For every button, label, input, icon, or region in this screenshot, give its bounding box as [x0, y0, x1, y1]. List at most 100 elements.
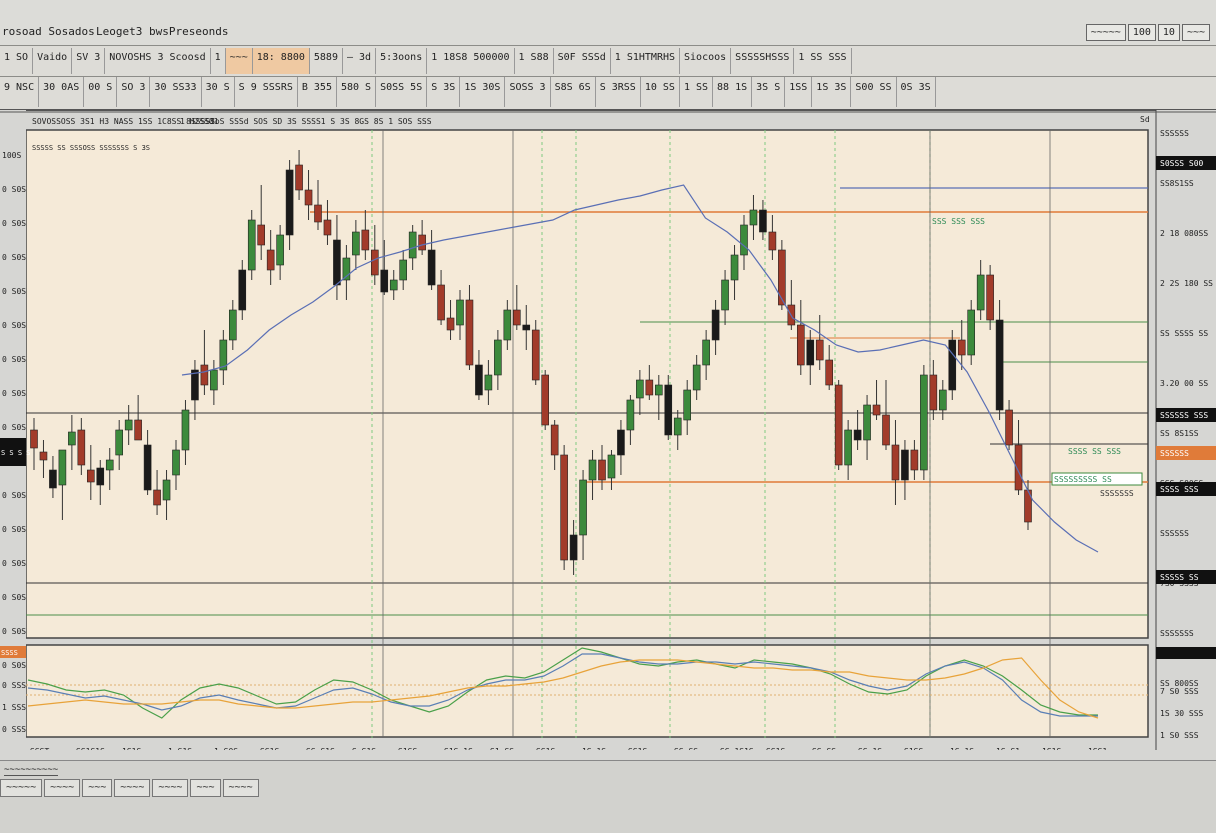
toolbar2-item-12[interactable]: SOSS 3	[505, 77, 551, 107]
toolbar2-item-10[interactable]: S 3S	[427, 77, 461, 107]
toolbar2-item-11[interactable]: 1S 30S	[460, 77, 506, 107]
candle-body	[399, 259, 408, 281]
candle-body	[645, 379, 654, 396]
toolbar2-item-1[interactable]: 30 0AS	[39, 77, 85, 107]
toolbar2-item-14[interactable]: S 3RSS	[596, 77, 641, 107]
x-tick-label: SS SS	[812, 747, 836, 750]
candle-body	[853, 429, 862, 441]
toolbar1-item-3[interactable]: NOVOSHS 3 Scoosd	[105, 48, 211, 74]
toolbar2-item-20[interactable]: 1S 3S	[812, 77, 852, 107]
toolbar2-item-0[interactable]: 9 NSC	[0, 77, 40, 107]
candle-body	[229, 309, 237, 341]
candle-body	[39, 451, 48, 461]
toolbar2-item-15[interactable]: 10 SS	[641, 77, 680, 107]
candle-body	[664, 384, 673, 436]
candle-body	[295, 164, 303, 191]
candle-body	[484, 374, 493, 391]
toolbar2-item-17[interactable]: 88 1S	[713, 77, 753, 107]
toolbar2-item-22[interactable]: 0S 3S	[897, 77, 936, 107]
toolbar2-item-21[interactable]: S00 SS	[851, 77, 897, 107]
right-price-badge-text: SSSSSS	[1160, 449, 1189, 458]
toolbar2-item-7[interactable]: B 355	[298, 77, 337, 107]
y-tick-label: 0 S0S	[2, 287, 26, 296]
toolbar1-item-13[interactable]: 1 S1HTMRHS	[611, 48, 681, 74]
right-axis-label: 2 2S 180 SS	[1160, 279, 1213, 288]
x-tick-label: 1 S0S	[214, 747, 238, 750]
candle-body	[389, 279, 398, 291]
toolbar2-item-19[interactable]: 1SS	[785, 77, 813, 107]
candle-body	[266, 249, 275, 271]
maximize-button[interactable]: 10	[1157, 24, 1180, 41]
toolbar2-item-3[interactable]: SO 3	[117, 77, 151, 107]
x-tick-label: S1SS	[904, 747, 923, 750]
toolbar1-item-10[interactable]: 1 18S8 500000	[427, 48, 515, 74]
status-tab-4[interactable]: ~~~~	[152, 779, 189, 797]
toolbar1-item-8[interactable]: — 3d	[343, 48, 377, 74]
toolbar1-item-0[interactable]: 1 SO	[0, 48, 34, 74]
x-tick-label: SS SS	[674, 747, 698, 750]
status-tab-1[interactable]: ~~~~	[44, 779, 81, 797]
candle-body	[238, 269, 247, 311]
candle-body	[607, 454, 616, 479]
candle-body	[77, 429, 86, 466]
candle-body	[304, 189, 313, 206]
toolbar1-item-12[interactable]: S0F SSSd	[554, 48, 611, 74]
status-tab-0[interactable]: ~~~~~	[0, 779, 43, 797]
candle-body	[475, 364, 483, 396]
candle-body	[882, 414, 890, 446]
candle-body	[494, 339, 502, 376]
toolbar1-item-11[interactable]: 1 S88	[515, 48, 554, 74]
status-tab-3[interactable]: ~~~~	[114, 779, 151, 797]
toolbar1-item-14[interactable]: Siocoos	[680, 48, 732, 74]
annotation-label: SSSSSSSSS SS	[1054, 475, 1112, 484]
toolbar1-item-5[interactable]: ~~~	[225, 48, 253, 74]
toolbar2-item-8[interactable]: 580 S	[337, 77, 377, 107]
candle-body	[257, 224, 266, 246]
toolbar2-item-5[interactable]: 30 S	[202, 77, 235, 107]
right-axis-label: SSSSSS	[1160, 129, 1189, 138]
candle-body	[134, 419, 142, 441]
candle-body	[105, 459, 114, 471]
status-tab-2[interactable]: ~~~	[82, 779, 113, 797]
x-tick-label: S S1S	[352, 747, 376, 750]
toolbar2-item-4[interactable]: 30 SS33	[150, 77, 202, 107]
minimize-button[interactable]: 100	[1127, 24, 1156, 41]
toolbar1-item-1[interactable]: Vaido	[33, 48, 73, 74]
candle-body	[503, 309, 512, 341]
right-price-badge-text: SSSSS SS	[1160, 573, 1199, 582]
toolbar1-item-15[interactable]: SSSSSHSSS	[731, 48, 795, 74]
chart-svg[interactable]: SOVOSSOSS 3S1 H3 NASS 1SS 1C8SS 8SSSSS1 …	[0, 110, 1216, 756]
chart-area[interactable]: SOVOSSOSS 3S1 H3 NASS 1SS 1C8SS 8SSSSS 1 …	[0, 110, 1216, 756]
toolbar2-item-16[interactable]: 1 SS	[680, 77, 714, 107]
x-tick-label: 1S 1S	[950, 747, 974, 750]
candle-body	[588, 459, 597, 481]
status-tab-5[interactable]: ~~~	[190, 779, 221, 797]
status-label: ~~~~~~~~~~	[4, 765, 59, 776]
candle-body	[408, 231, 417, 259]
candle-body	[456, 299, 464, 326]
toolbar2-item-2[interactable]: 00 S	[84, 77, 118, 107]
toolbar1-item-9[interactable]: 5:3oons	[376, 48, 428, 74]
toolbar2-item-18[interactable]: 3S S	[752, 77, 786, 107]
candle	[247, 210, 256, 280]
right-axis-label: SSSSSSS	[1160, 629, 1194, 638]
toolbar1-item-7[interactable]: 5889	[310, 48, 343, 74]
candle-body	[361, 229, 370, 251]
candle-body	[276, 234, 284, 266]
candle-body	[58, 449, 67, 486]
candle-body	[87, 469, 95, 483]
app-title: rosoad Sosados	[2, 25, 95, 38]
toolbar2-item-6[interactable]: S 9 SSSRS	[235, 77, 298, 107]
toolbar1-item-6[interactable]: 18: 8800	[252, 48, 310, 74]
toolbar1-item-2[interactable]: SV 3	[72, 48, 106, 74]
candle-body	[569, 534, 578, 561]
y-tick-label: 0 S0S	[2, 593, 26, 602]
toolbar2-item-9[interactable]: S0SS 5S	[376, 77, 428, 107]
close-button[interactable]: ~~~	[1181, 24, 1210, 41]
status-tab-6[interactable]: ~~~~	[222, 779, 259, 797]
toolbar1-item-4[interactable]: 1	[211, 48, 226, 74]
toolbar2-item-13[interactable]: S8S 6S	[551, 77, 596, 107]
toolbar1-item-16[interactable]: 1 SS SSS	[794, 48, 852, 74]
x-tick-label: 1S S1	[996, 747, 1020, 750]
window-menu-button[interactable]: ~~~~~	[1085, 24, 1126, 41]
